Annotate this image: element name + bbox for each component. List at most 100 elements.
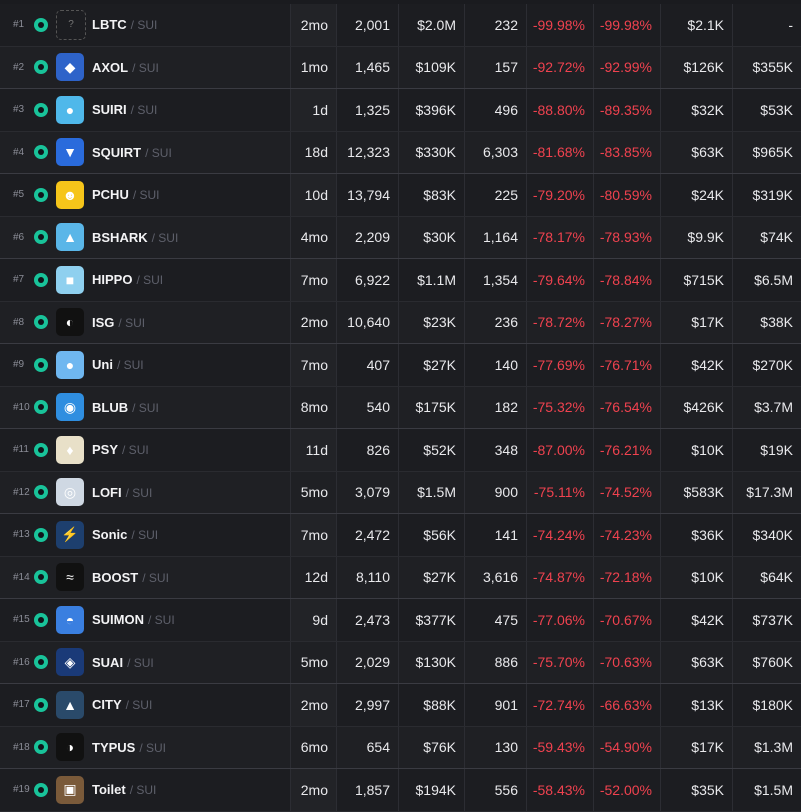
token-symbol[interactable]: BLUB	[92, 400, 128, 415]
token-logo-icon: ♦	[56, 435, 84, 464]
table-row[interactable]: #5 ☻ PCHU / SUI 10d 13,794 $83K 225 -79.20% -80.5…	[0, 174, 801, 217]
holders-count: 225	[464, 174, 526, 216]
sui-chain-icon	[34, 740, 48, 755]
token-rank: #6	[13, 231, 25, 243]
table-row[interactable]: #15 ◓ SUIMON / SUI 9d 2,473 $377K 475 -77.06% -70…	[0, 599, 801, 642]
token-symbol[interactable]: CITY	[92, 697, 122, 712]
chain-label: / SUI	[131, 528, 159, 543]
liquidity-value: $17K	[660, 301, 732, 343]
table-row[interactable]: #13 ⚡ Sonic / SUI 7mo 2,472 $56K 141 -74.24% -74.…	[0, 514, 801, 557]
chain-label: / SUI	[129, 783, 157, 798]
token-name[interactable]: SUAI / SUI	[92, 655, 154, 670]
sui-chain-icon	[34, 145, 48, 160]
txns-count: 2,473	[336, 599, 398, 641]
token-name[interactable]: CITY / SUI	[92, 697, 152, 712]
price-change-a: -78.72%	[526, 301, 593, 343]
holders-count: 900	[464, 471, 526, 513]
liquidity-value: $35K	[660, 769, 732, 811]
token-name[interactable]: TYPUS / SUI	[92, 740, 166, 755]
chain-label: / SUI	[127, 655, 154, 670]
table-row[interactable]: #11 ♦ PSY / SUI 11d 826 $52K 348 -87.00% -76.21% $…	[0, 429, 801, 472]
token-symbol[interactable]: SUAI	[92, 655, 123, 670]
token-symbol[interactable]: BSHARK	[92, 230, 148, 245]
table-row[interactable]: #14 ≈ BOOST / SUI 12d 8,110 $27K 3,616 -74.87% -7…	[0, 556, 801, 599]
token-age: 7mo	[290, 514, 336, 556]
token-name[interactable]: PSY / SUI	[92, 442, 149, 457]
table-row[interactable]: #9 ● Uni / SUI 7mo 407 $27K 140 -77.69% -76.71% $4…	[0, 344, 801, 387]
token-name[interactable]: AXOL / SUI	[92, 60, 159, 75]
token-name[interactable]: LOFI / SUI	[92, 485, 152, 500]
token-logo-icon: ◉	[56, 393, 84, 422]
table-row[interactable]: #17 ▲ CITY / SUI 2mo 2,997 $88K 901 -72.74% -66.6…	[0, 684, 801, 727]
price-change-a: -75.32%	[526, 386, 593, 428]
token-logo-icon: ≈	[56, 563, 84, 592]
price-change-b: -66.63%	[593, 684, 660, 726]
table-row[interactable]: #1? LBTC / SUI 2mo 2,001 $2.0M 232 -99.98% -99.9…	[0, 4, 801, 47]
token-name[interactable]: PCHU / SUI	[92, 187, 160, 202]
token-name[interactable]: HIPPO / SUI	[92, 272, 163, 287]
token-age: 7mo	[290, 344, 336, 386]
volume-value: $330K	[398, 131, 464, 173]
token-symbol[interactable]: Uni	[92, 357, 113, 372]
table-row[interactable]: #12 ◎ LOFI / SUI 5mo 3,079 $1.5M 900 -75.11% -74.…	[0, 471, 801, 514]
price-change-a: -88.80%	[526, 89, 593, 131]
sui-chain-icon	[34, 230, 48, 245]
market-cap-value: $17.3M	[732, 471, 801, 513]
table-row[interactable]: #2 ◆ AXOL / SUI 1mo 1,465 $109K 157 -92.72% -92.9…	[0, 46, 801, 89]
price-change-a: -75.70%	[526, 641, 593, 683]
table-row[interactable]: #7 ■ HIPPO / SUI 7mo 6,922 $1.1M 1,354 -79.64% -7…	[0, 259, 801, 302]
token-name[interactable]: ISG / SUI	[92, 315, 145, 330]
token-name[interactable]: BOOST / SUI	[92, 570, 169, 585]
token-symbol[interactable]: Sonic	[92, 527, 127, 542]
txns-count: 8,110	[336, 556, 398, 598]
table-row[interactable]: #4 ▼ SQUIRT / SUI 18d 12,323 $330K 6,303 -81.68%…	[0, 131, 801, 174]
sui-chain-icon	[34, 782, 48, 797]
token-logo-icon: ?	[56, 9, 86, 40]
token-name[interactable]: Sonic / SUI	[92, 527, 158, 542]
token-name[interactable]: SUIRI / SUI	[92, 102, 157, 117]
token-name[interactable]: Toilet / SUI	[92, 782, 156, 797]
holders-count: 496	[464, 89, 526, 131]
token-symbol[interactable]: TYPUS	[92, 740, 135, 755]
token-age: 1d	[290, 89, 336, 131]
table-row[interactable]: #16 ◈ SUAI / SUI 5mo 2,029 $130K 886 -75.70% -70.…	[0, 641, 801, 684]
volume-value: $130K	[398, 641, 464, 683]
token-name[interactable]: BSHARK / SUI	[92, 230, 178, 245]
token-symbol[interactable]: SUIMON	[92, 612, 144, 627]
volume-value: $2.0M	[398, 4, 464, 46]
token-symbol[interactable]: PCHU	[92, 187, 129, 202]
token-name[interactable]: BLUB / SUI	[92, 400, 159, 415]
token-name[interactable]: SQUIRT / SUI	[92, 145, 172, 160]
token-name[interactable]: LBTC / SUI	[92, 17, 157, 32]
price-change-a: -92.72%	[526, 46, 593, 88]
table-row[interactable]: #8 ◐ ISG / SUI 2mo 10,640 $23K 236 -78.72% -78.27…	[0, 301, 801, 344]
price-change-b: -78.93%	[593, 216, 660, 258]
table-row[interactable]: #19 ▣ Toilet / SUI 2mo 1,857 $194K 556 -58.43% -5…	[0, 769, 801, 812]
table-row[interactable]: #3 ● SUIRI / SUI 1d 1,325 $396K 496 -88.80% -89.3…	[0, 89, 801, 132]
price-change-a: -75.11%	[526, 471, 593, 513]
chain-label: / SUI	[132, 60, 159, 75]
token-name[interactable]: Uni / SUI	[92, 357, 144, 372]
token-symbol[interactable]: AXOL	[92, 60, 128, 75]
token-symbol[interactable]: BOOST	[92, 570, 138, 585]
table-row[interactable]: #10 ◉ BLUB / SUI 8mo 540 $175K 182 -75.32% -76.54…	[0, 386, 801, 429]
volume-value: $1.1M	[398, 259, 464, 301]
table-row[interactable]: #18 ◑ TYPUS / SUI 6mo 654 $76K 130 -59.43% -54.90…	[0, 726, 801, 769]
txns-count: 1,857	[336, 769, 398, 811]
token-symbol[interactable]: LOFI	[92, 485, 122, 500]
holders-count: 130	[464, 726, 526, 768]
token-symbol[interactable]: HIPPO	[92, 272, 132, 287]
table-row[interactable]: #6 ▲ BSHARK / SUI 4mo 2,209 $30K 1,164 -78.17% -7…	[0, 216, 801, 259]
price-change-a: -87.00%	[526, 429, 593, 471]
token-symbol[interactable]: SUIRI	[92, 102, 127, 117]
token-symbol[interactable]: SQUIRT	[92, 145, 141, 160]
token-symbol[interactable]: LBTC	[92, 17, 127, 32]
token-symbol[interactable]: Toilet	[92, 782, 126, 797]
price-change-b: -76.21%	[593, 429, 660, 471]
token-name[interactable]: SUIMON / SUI	[92, 612, 175, 627]
txns-count: 10,640	[336, 301, 398, 343]
token-symbol[interactable]: PSY	[92, 442, 118, 457]
liquidity-value: $24K	[660, 174, 732, 216]
price-change-b: -76.54%	[593, 386, 660, 428]
token-symbol[interactable]: ISG	[92, 315, 114, 330]
